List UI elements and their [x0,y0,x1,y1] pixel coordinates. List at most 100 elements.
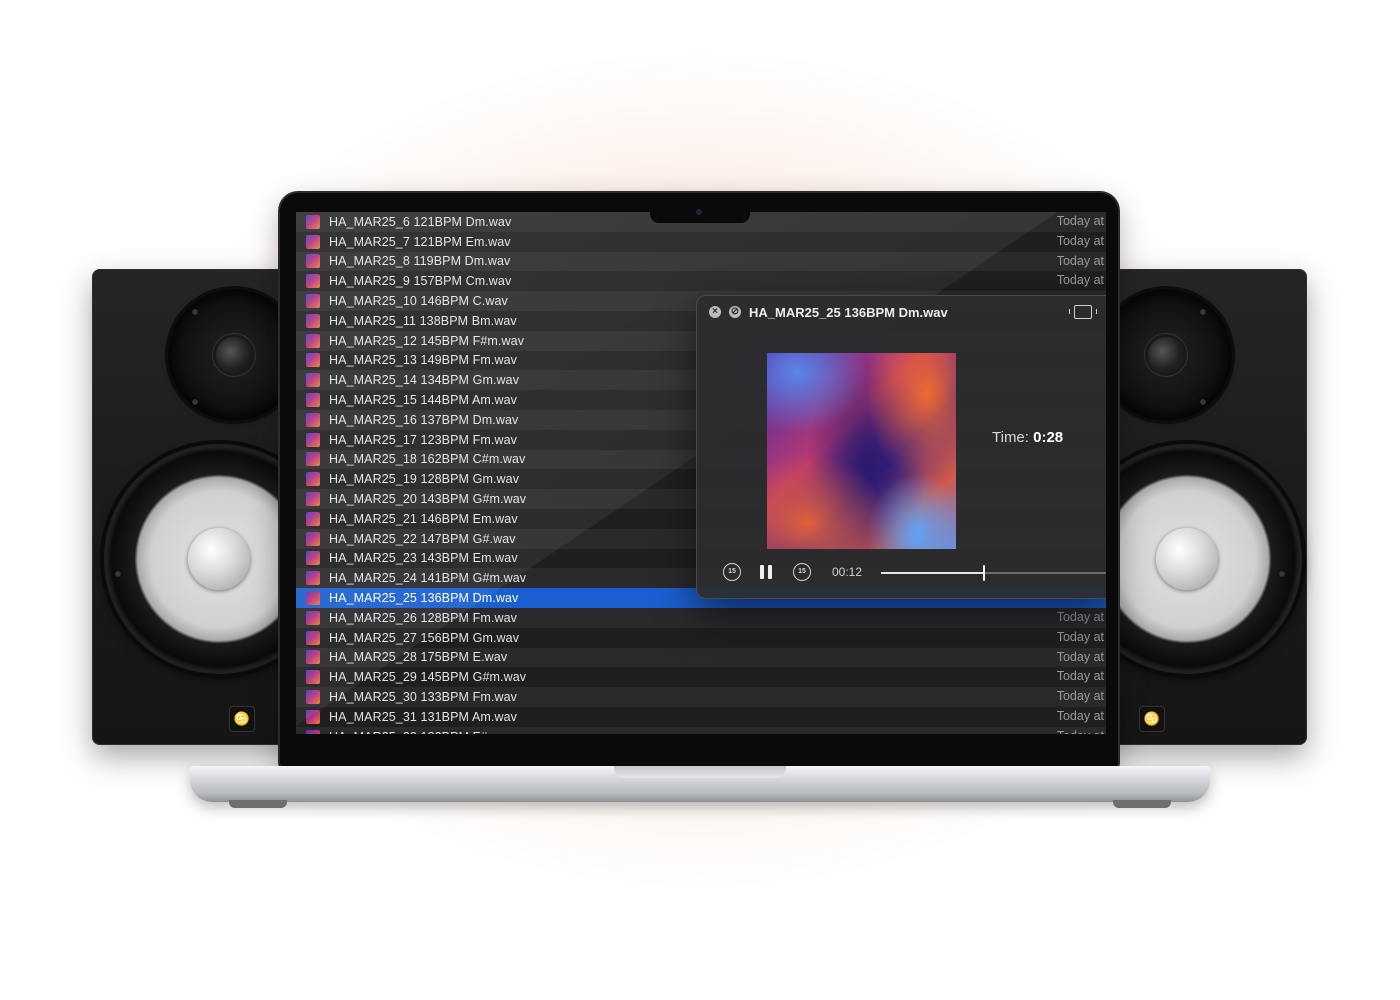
duration-caption: Time: [992,429,1029,446]
file-name: HA_MAR25_25 136BPM Dm.wav [329,591,519,606]
screw [1279,571,1285,577]
file-name: HA_MAR25_19 128BPM Gm.wav [329,472,520,487]
file-row[interactable]: HA_MAR25_28 175BPM E.wav Today at [296,647,1106,668]
file-date: Today at [1056,233,1104,248]
left-speaker: ♋ [92,269,334,745]
file-name: HA_MAR25_6 121BPM Dm.wav [329,214,512,229]
file-name: HA_MAR25_31 131BPM Am.wav [329,709,518,724]
skip-forward-icon[interactable]: 15 [793,563,811,581]
laptop-base [190,766,1210,802]
file-name: HA_MAR25_21 146BPM Em.wav [329,511,518,526]
audio-file-icon [306,709,320,724]
audio-file-icon [306,234,320,249]
file-date: Today at [1056,649,1104,664]
file-date: Today at [1056,609,1104,624]
playback-controls: 15 15 00:12 [697,562,1106,586]
audio-file-icon [306,472,320,487]
screw [115,571,121,577]
file-date: Today at [1056,689,1104,704]
file-date: Today at [1056,273,1104,288]
audio-file-icon [306,591,320,606]
speaker-logo-icon: ♋ [1139,706,1165,732]
audio-file-icon [306,690,320,705]
file-row[interactable]: HA_MAR25_9 157BPM Cm.wav Today at [296,271,1106,292]
screw [192,399,198,405]
audio-file-icon [306,670,320,685]
duration-value: 0:28 [1033,429,1064,446]
laptop-foot [1113,800,1171,808]
audio-file-icon [306,650,320,665]
file-row[interactable]: HA_MAR25_32 132BPM F#m.wavToday at [296,726,1106,734]
tweeter-dome [216,337,252,373]
file-name: HA_MAR25_29 145BPM G#m.wav [329,670,527,685]
file-name: HA_MAR25_15 144BPM Am.wav [329,393,518,408]
audio-file-icon [306,373,320,388]
file-date: Today at [1056,253,1104,268]
quicklook-panel: × ⊘ HA_MAR25_25 136BPM Dm.wav Time: 0:28… [696,295,1106,599]
audio-file-icon [306,294,320,309]
screw [192,309,198,315]
audio-file-icon [306,531,320,546]
audio-file-icon [306,353,320,368]
laptop-foot [229,800,287,808]
pause-icon[interactable] [760,565,772,579]
file-name: HA_MAR25_16 137BPM Dm.wav [329,412,519,427]
file-date: Today at [1056,214,1104,228]
audio-file-icon [306,393,320,408]
file-name: HA_MAR25_7 121BPM Em.wav [329,234,511,249]
file-name: HA_MAR25_28 175BPM E.wav [329,650,508,665]
screw [1200,309,1206,315]
audio-file-icon [306,254,320,269]
quicklook-title: HA_MAR25_25 136BPM Dm.wav [749,305,948,320]
woofer-cap [188,528,250,590]
file-row[interactable]: HA_MAR25_29 145BPM G#m.wav Today at [296,667,1106,688]
file-row[interactable]: HA_MAR25_27 156BPM Gm.wav Today at [296,627,1106,648]
block-icon[interactable]: ⊘ [729,306,741,318]
screen-bezel-bottom [296,734,1106,744]
audio-file-icon [306,412,320,427]
skip-back-icon[interactable]: 15 [723,563,741,581]
file-row[interactable]: HA_MAR25_26 128BPM Fm.wav Today at [296,607,1106,628]
audio-file-icon [306,610,320,625]
audio-file-icon [306,551,320,566]
audio-file-icon [306,492,320,507]
file-name: HA_MAR25_12 145BPM F#m.wav [329,333,525,348]
audio-file-icon [306,214,320,229]
right-speaker: ♋ [1072,269,1307,745]
close-icon[interactable]: × [709,306,721,318]
audio-file-icon [306,333,320,348]
file-name: HA_MAR25_18 162BPM C#m.wav [329,452,526,467]
audio-file-icon [306,274,320,289]
audio-file-icon [306,432,320,447]
file-name: HA_MAR25_13 149BPM Fm.wav [329,353,517,368]
file-row[interactable]: HA_MAR25_8 119BPM Dm.wav Today at [296,251,1106,272]
file-row[interactable]: HA_MAR25_31 131BPM Am.wav Today at [296,706,1106,727]
file-name: HA_MAR25_14 134BPM Gm.wav [329,373,520,388]
camera-notch [650,205,750,223]
audio-file-icon [306,571,320,586]
album-artwork [767,353,956,549]
audio-file-icon [306,630,320,645]
laptop-screen: HA_MAR25_6 121BPM Dm.wav Today at HA_MAR25… [296,212,1106,734]
file-date: Today at [1056,669,1104,684]
lid-groove [614,766,786,778]
file-date: Today at [1056,629,1104,644]
file-name: HA_MAR25_10 146BPM C.wav [329,294,508,309]
file-name: HA_MAR25_30 133BPM Fm.wav [329,690,517,705]
progress-track[interactable] [881,565,1106,581]
audio-file-icon [306,452,320,467]
duration-label: Time: 0:28 [992,429,1063,446]
progress-fill [881,572,985,574]
file-name: HA_MAR25_22 147BPM G#.wav [329,531,516,546]
fullscreen-icon[interactable] [1069,305,1097,319]
file-row[interactable]: HA_MAR25_30 133BPM Fm.wav Today at [296,687,1106,707]
file-name: HA_MAR25_27 156BPM Gm.wav [329,630,520,645]
screw [1200,399,1206,405]
audio-file-icon [306,313,320,328]
playhead[interactable] [983,565,986,581]
speaker-logo-icon: ♋ [229,706,255,732]
file-name: HA_MAR25_9 157BPM Cm.wav [329,274,512,289]
file-name: HA_MAR25_24 141BPM G#m.wav [329,571,527,586]
file-row[interactable]: HA_MAR25_7 121BPM Em.wav Today at [296,231,1106,252]
file-date: Today at [1056,708,1104,723]
